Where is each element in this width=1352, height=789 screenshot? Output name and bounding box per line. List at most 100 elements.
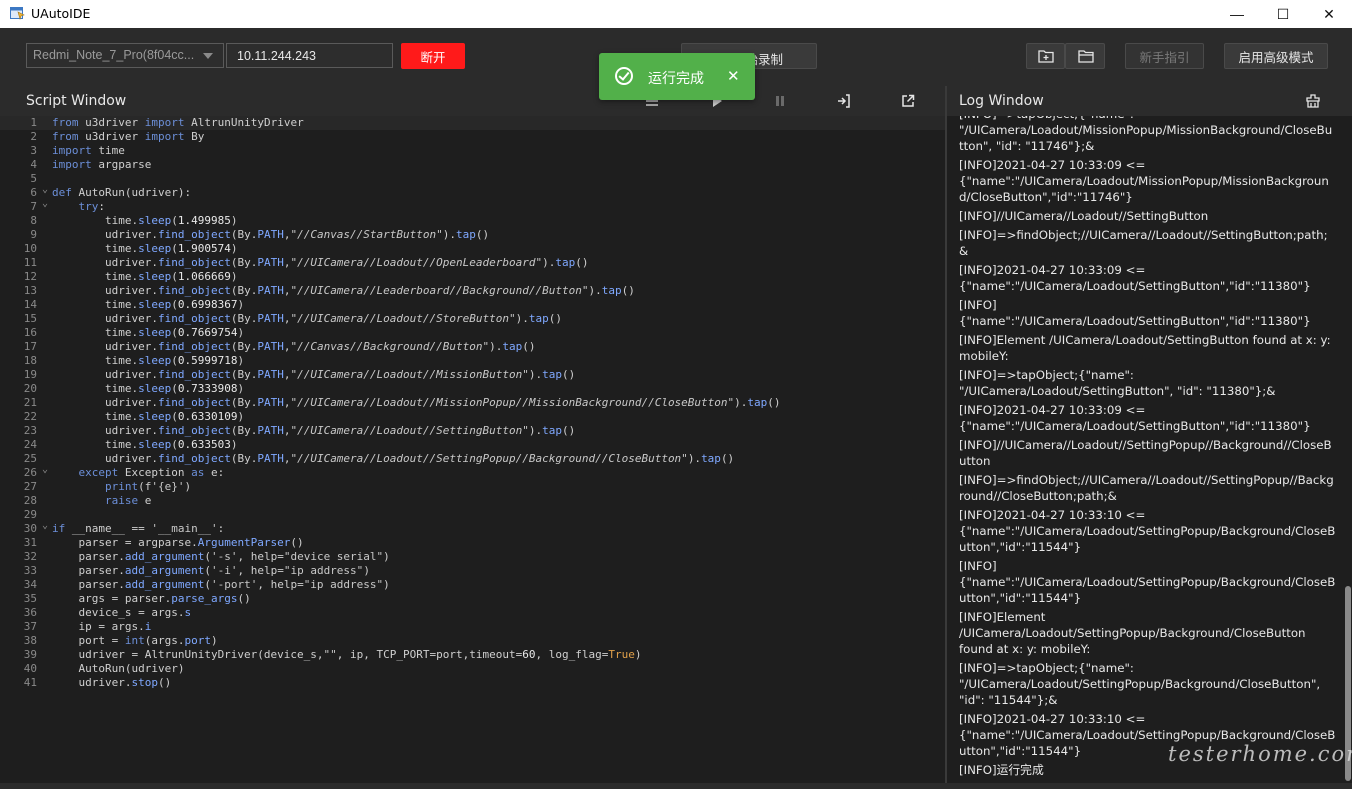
log-window-header: Log Window (947, 86, 1352, 116)
code-line[interactable]: if __name__ == '__main__': (52, 522, 781, 536)
line-number: 40 (23, 662, 37, 675)
code-line[interactable]: udriver.stop() (52, 676, 781, 690)
line-number: 14 (23, 298, 37, 311)
script-window-header: Script Window (0, 86, 945, 116)
code-line[interactable]: time.sleep(1.900574) (52, 242, 781, 256)
chevron-down-icon (203, 53, 213, 59)
code-line[interactable]: time.sleep(0.7333908) (52, 382, 781, 396)
code-line[interactable]: time.sleep(0.6998367) (52, 298, 781, 312)
code-line[interactable]: except Exception as e: (52, 466, 781, 480)
log-entry: [INFO]2021-04-27 10:33:09 <= {"name":"/U… (959, 403, 1311, 433)
log-entry: [INFO]=>tapObject;{"name": "/UICamera/Lo… (959, 368, 1276, 398)
minimize-button[interactable]: — (1214, 0, 1260, 28)
advanced-mode-button[interactable]: 启用高级模式 (1224, 43, 1328, 69)
ip-input[interactable] (226, 43, 393, 68)
check-circle-icon (615, 67, 633, 85)
line-number: 6 (0, 183, 48, 200)
line-number: 5 (30, 172, 37, 185)
line-number: 39 (23, 648, 37, 661)
line-number: 4 (30, 158, 37, 171)
watermark: testerhome.com (1168, 742, 1352, 766)
code-line[interactable]: time.sleep(1.066669) (52, 270, 781, 284)
maximize-button[interactable]: ☐ (1260, 0, 1306, 28)
line-number: 27 (23, 480, 37, 493)
code-line[interactable]: time.sleep(0.5999718) (52, 354, 781, 368)
line-number-gutter: 1234567891011121314151617181920212223242… (0, 116, 48, 690)
line-number: 17 (23, 340, 37, 353)
line-number: 28 (23, 494, 37, 507)
code-line[interactable] (52, 172, 781, 186)
code-line[interactable]: udriver.find_object(By.PATH,"//Canvas//B… (52, 340, 781, 354)
line-number: 25 (23, 452, 37, 465)
code-line[interactable]: import time (52, 144, 781, 158)
toast-close-icon[interactable]: ✕ (727, 67, 740, 85)
log-entry: [INFO]//UICamera//Loadout//SettingPopup/… (959, 438, 1332, 468)
code-line[interactable]: from u3driver import By (52, 130, 781, 144)
code-line[interactable]: AutoRun(udriver) (52, 662, 781, 676)
code-line[interactable] (52, 508, 781, 522)
code-line[interactable]: parser = argparse.ArgumentParser() (52, 536, 781, 550)
log-output: [INFO]Element /UICamera/Loadout/MissionP… (947, 116, 1344, 783)
code-line[interactable]: port = int(args.port) (52, 634, 781, 648)
log-entry: [INFO]Element /UICamera/Loadout/SettingB… (959, 333, 1331, 363)
guide-button[interactable]: 新手指引 (1125, 43, 1204, 69)
line-number: 36 (23, 606, 37, 619)
code-line[interactable]: try: (52, 200, 781, 214)
line-number: 20 (23, 382, 37, 395)
line-number: 19 (23, 368, 37, 381)
line-number: 8 (30, 214, 37, 227)
device-select[interactable]: Redmi_Note_7_Pro(8f04cc... (26, 43, 224, 68)
app-icon (10, 7, 25, 21)
code-line[interactable]: parser.add_argument('-s', help="device s… (52, 550, 781, 564)
code-line[interactable]: udriver.find_object(By.PATH,"//UICamera/… (52, 312, 781, 326)
external-link-icon[interactable] (901, 94, 915, 108)
code-editor[interactable]: 1234567891011121314151617181920212223242… (0, 116, 945, 789)
log-entry: [INFO]2021-04-27 10:33:09 <= {"name":"/U… (959, 158, 1329, 204)
log-window-title: Log Window (959, 93, 1044, 109)
code-content[interactable]: from u3driver import AltrunUnityDriver fr… (52, 116, 781, 690)
line-number: 7 (0, 197, 48, 214)
disconnect-button[interactable]: 断开 (401, 43, 465, 69)
pause-icon[interactable] (773, 94, 787, 108)
export-script-icon[interactable] (837, 94, 851, 108)
code-line[interactable]: from u3driver import AltrunUnityDriver (52, 116, 781, 130)
code-line[interactable]: udriver.find_object(By.PATH,"//Canvas//S… (52, 228, 781, 242)
line-number: 33 (23, 564, 37, 577)
code-line[interactable]: udriver.find_object(By.PATH,"//UICamera/… (52, 424, 781, 438)
open-folder-button[interactable] (1065, 43, 1105, 69)
maximize-icon: ☐ (1276, 5, 1290, 22)
code-line[interactable]: def AutoRun(udriver): (52, 186, 781, 200)
clear-log-icon[interactable] (1306, 94, 1320, 108)
folder-add-icon (1038, 50, 1054, 63)
code-line[interactable]: raise e (52, 494, 781, 508)
code-line[interactable]: device_s = args.s (52, 606, 781, 620)
code-line[interactable]: args = parser.parse_args() (52, 592, 781, 606)
code-line[interactable]: time.sleep(1.499985) (52, 214, 781, 228)
close-window-button[interactable]: ✕ (1306, 0, 1352, 28)
code-line[interactable]: udriver.find_object(By.PATH,"//UICamera/… (52, 452, 781, 466)
code-line[interactable]: import argparse (52, 158, 781, 172)
new-folder-button[interactable] (1026, 43, 1065, 69)
code-line[interactable]: time.sleep(0.7669754) (52, 326, 781, 340)
code-line[interactable]: udriver.find_object(By.PATH,"//UICamera/… (52, 396, 781, 410)
line-number: 15 (23, 312, 37, 325)
code-line[interactable]: ip = args.i (52, 620, 781, 634)
code-line[interactable]: print(f'{e}') (52, 480, 781, 494)
code-line[interactable]: udriver = AltrunUnityDriver(device_s,"",… (52, 648, 781, 662)
line-number: 9 (30, 228, 37, 241)
code-line[interactable]: time.sleep(0.6330109) (52, 410, 781, 424)
line-number: 29 (23, 508, 37, 521)
code-line[interactable]: parser.add_argument('-i', help="ip addre… (52, 564, 781, 578)
code-line[interactable]: udriver.find_object(By.PATH,"//UICamera/… (52, 284, 781, 298)
code-line[interactable]: udriver.find_object(By.PATH,"//UICamera/… (52, 256, 781, 270)
log-entry: [INFO]2021-04-27 10:33:09 <= {"name":"/U… (959, 263, 1311, 293)
toast-message: 运行完成 (648, 71, 704, 87)
code-line[interactable]: parser.add_argument('-port', help="ip ad… (52, 578, 781, 592)
line-number: 12 (23, 270, 37, 283)
code-line[interactable]: udriver.find_object(By.PATH,"//UICamera/… (52, 368, 781, 382)
log-entry: [INFO]{"name":"/UICamera/Loadout/Setting… (959, 298, 1311, 328)
code-line[interactable]: time.sleep(0.633503) (52, 438, 781, 452)
line-number: 23 (23, 424, 37, 437)
line-number: 22 (23, 410, 37, 423)
log-scrollbar[interactable] (1344, 116, 1352, 783)
